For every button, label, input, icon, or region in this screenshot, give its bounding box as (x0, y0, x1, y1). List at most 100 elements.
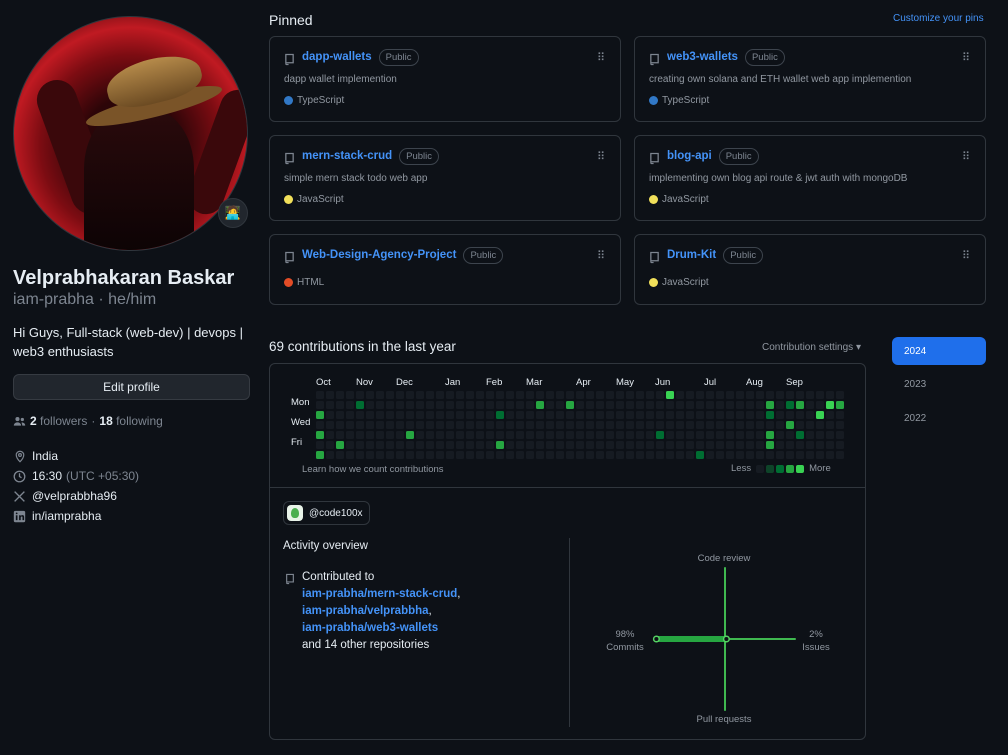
contribution-day[interactable] (616, 401, 624, 409)
contribution-day[interactable] (426, 401, 434, 409)
contribution-day[interactable] (506, 421, 514, 429)
contribution-day[interactable] (676, 401, 684, 409)
contribution-day[interactable] (586, 431, 594, 439)
contribution-day[interactable] (816, 431, 824, 439)
contribution-day[interactable] (736, 401, 744, 409)
contribution-day[interactable] (616, 451, 624, 459)
contribution-day[interactable] (356, 401, 364, 409)
contribution-day[interactable] (666, 441, 674, 449)
contribution-day[interactable] (436, 391, 444, 399)
contribution-day[interactable] (676, 421, 684, 429)
contribution-day[interactable] (726, 451, 734, 459)
contribution-day[interactable] (656, 431, 664, 439)
contribution-day[interactable] (546, 411, 554, 419)
contribution-day[interactable] (456, 401, 464, 409)
contribution-day[interactable] (786, 421, 794, 429)
contribution-day[interactable] (696, 391, 704, 399)
contribution-day[interactable] (376, 441, 384, 449)
contribution-day[interactable] (776, 391, 784, 399)
contribution-day[interactable] (366, 431, 374, 439)
contribution-day[interactable] (536, 441, 544, 449)
contribution-day[interactable] (666, 391, 674, 399)
contribution-day[interactable] (786, 401, 794, 409)
contribution-day[interactable] (386, 411, 394, 419)
contribution-day[interactable] (836, 441, 844, 449)
contribution-day[interactable] (436, 411, 444, 419)
contribution-day[interactable] (636, 441, 644, 449)
contribution-day[interactable] (396, 431, 404, 439)
contribution-day[interactable] (516, 451, 524, 459)
contribution-day[interactable] (466, 451, 474, 459)
contribution-day[interactable] (706, 411, 714, 419)
contribution-day[interactable] (356, 421, 364, 429)
contribution-day[interactable] (376, 411, 384, 419)
contribution-day[interactable] (536, 411, 544, 419)
contribution-day[interactable] (376, 451, 384, 459)
contribution-day[interactable] (366, 451, 374, 459)
contribution-day[interactable] (736, 391, 744, 399)
contribution-day[interactable] (696, 431, 704, 439)
contribution-day[interactable] (576, 431, 584, 439)
contribution-day[interactable] (376, 421, 384, 429)
contribution-day[interactable] (636, 421, 644, 429)
contribution-day[interactable] (636, 411, 644, 419)
contribution-day[interactable] (836, 431, 844, 439)
contribution-day[interactable] (416, 401, 424, 409)
contribution-day[interactable] (386, 451, 394, 459)
contribution-day[interactable] (416, 441, 424, 449)
contribution-day[interactable] (546, 431, 554, 439)
contribution-day[interactable] (316, 431, 324, 439)
contribution-day[interactable] (426, 421, 434, 429)
contribution-day[interactable] (376, 391, 384, 399)
contribution-day[interactable] (676, 391, 684, 399)
contribution-day[interactable] (776, 441, 784, 449)
contribution-day[interactable] (796, 411, 804, 419)
contribution-day[interactable] (756, 451, 764, 459)
contribution-day[interactable] (486, 431, 494, 439)
contribution-day[interactable] (646, 431, 654, 439)
org-filter-chip[interactable]: @code100x (283, 501, 370, 525)
contribution-day[interactable] (776, 401, 784, 409)
pinned-repo-card[interactable]: dapp-wallets Public ⠿ dapp wallet implement… (269, 36, 621, 122)
contribution-day[interactable] (606, 411, 614, 419)
contribution-day[interactable] (326, 451, 334, 459)
contribution-day[interactable] (476, 421, 484, 429)
year-tab-2023[interactable]: 2023 (892, 370, 986, 398)
repo-name-link[interactable]: web3-wallets (667, 51, 738, 63)
contribution-day[interactable] (606, 431, 614, 439)
contribution-day[interactable] (426, 391, 434, 399)
contribution-day[interactable] (506, 401, 514, 409)
contribution-day[interactable] (446, 411, 454, 419)
contribution-day[interactable] (356, 441, 364, 449)
contribution-day[interactable] (816, 411, 824, 419)
contribution-day[interactable] (716, 451, 724, 459)
contribution-day[interactable] (626, 401, 634, 409)
contribution-day[interactable] (556, 401, 564, 409)
contribution-day[interactable] (496, 411, 504, 419)
contribution-day[interactable] (456, 441, 464, 449)
contribution-day[interactable] (796, 441, 804, 449)
contribution-day[interactable] (356, 391, 364, 399)
contribution-day[interactable] (716, 391, 724, 399)
contribution-day[interactable] (516, 431, 524, 439)
contribution-day[interactable] (336, 421, 344, 429)
contribution-day[interactable] (396, 451, 404, 459)
contribution-day[interactable] (656, 451, 664, 459)
contribution-day[interactable] (516, 421, 524, 429)
contribution-day[interactable] (546, 451, 554, 459)
contribution-day[interactable] (496, 431, 504, 439)
contribution-day[interactable] (556, 411, 564, 419)
contribution-day[interactable] (526, 431, 534, 439)
drag-handle-icon[interactable]: ⠿ (962, 150, 970, 163)
repo-name-link[interactable]: blog-api (667, 150, 712, 162)
contribution-day[interactable] (496, 391, 504, 399)
repo-name-link[interactable]: mern-stack-crud (302, 150, 392, 162)
contribution-day[interactable] (346, 401, 354, 409)
contribution-day[interactable] (546, 401, 554, 409)
contribution-day[interactable] (436, 401, 444, 409)
contribution-day[interactable] (366, 401, 374, 409)
contribution-day[interactable] (426, 411, 434, 419)
contribution-day[interactable] (616, 391, 624, 399)
contribution-day[interactable] (316, 391, 324, 399)
contribution-day[interactable] (836, 421, 844, 429)
